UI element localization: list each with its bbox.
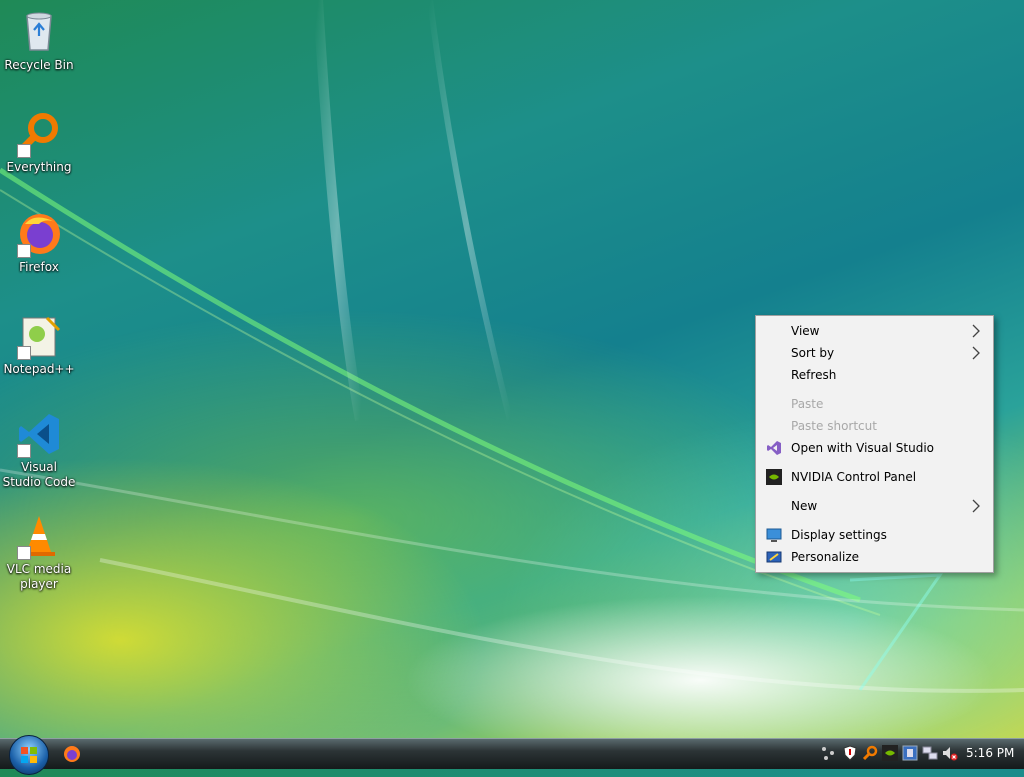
menu-item-view[interactable]: View <box>758 320 991 342</box>
desktop-icon-label: Recycle Bin <box>4 58 74 72</box>
shortcut-arrow-icon <box>17 346 31 360</box>
menu-item-paste[interactable]: Paste <box>758 393 991 415</box>
windows-logo-icon <box>21 747 37 763</box>
desktop-icon-firefox[interactable]: Firefox <box>2 210 76 275</box>
menu-item-label: View <box>791 324 820 338</box>
chevron-right-icon <box>972 346 980 360</box>
menu-item-label: Paste shortcut <box>791 419 877 433</box>
firefox-icon <box>15 210 63 258</box>
desktop-context-menu: View Sort by Refresh Paste Paste shortcu… <box>755 315 994 573</box>
shortcut-arrow-icon <box>17 444 31 458</box>
chevron-right-icon <box>972 499 980 513</box>
desktop-icon-notepad-plus-plus[interactable]: Notepad++ <box>2 312 76 377</box>
desktop-icon-vscode[interactable]: Visual Studio Code <box>2 410 76 490</box>
menu-item-label: Personalize <box>791 550 860 564</box>
taskbar: 5:16 PM <box>0 735 1024 775</box>
network-icon[interactable] <box>922 745 938 761</box>
menu-item-refresh[interactable]: Refresh <box>758 364 991 386</box>
menu-item-new[interactable]: New <box>758 495 991 517</box>
menu-item-paste-shortcut[interactable]: Paste shortcut <box>758 415 991 437</box>
volume-muted-icon[interactable] <box>942 745 958 761</box>
nvidia-icon[interactable] <box>882 745 898 761</box>
menu-item-open-with-visual-studio[interactable]: Open with Visual Studio <box>758 437 991 459</box>
menu-item-personalize[interactable]: Personalize <box>758 546 991 568</box>
visual-studio-icon <box>767 441 781 455</box>
menu-item-label: Display settings <box>791 528 887 542</box>
desktop-icon-recycle-bin[interactable]: Recycle Bin <box>2 8 76 73</box>
desktop-icon-label: VLC media player <box>6 562 72 591</box>
start-button[interactable] <box>9 735 49 775</box>
menu-item-display-settings[interactable]: Display settings <box>758 524 991 546</box>
network-activity-icon[interactable] <box>820 745 836 761</box>
taskbar-firefox-button[interactable] <box>62 744 82 764</box>
security-shield-icon[interactable] <box>842 745 858 761</box>
chevron-right-icon <box>972 324 980 338</box>
desktop-icon-label: Notepad++ <box>3 362 75 376</box>
menu-item-label: Sort by <box>791 346 835 360</box>
menu-item-label: Open with Visual Studio <box>791 441 934 455</box>
taskbar-clock[interactable]: 5:16 PM <box>966 746 1014 760</box>
menu-item-label: Paste <box>791 397 824 411</box>
shortcut-arrow-icon <box>17 144 31 158</box>
personalize-icon <box>766 551 782 563</box>
desktop-icon-label: Visual Studio Code <box>2 460 76 489</box>
display-icon <box>766 528 782 542</box>
desktop-icon-label: Firefox <box>19 260 59 274</box>
desktop-icon-everything[interactable]: Everything <box>2 110 76 175</box>
recycle-bin-icon <box>15 8 63 56</box>
menu-item-label: New <box>791 499 818 513</box>
everything-search-icon <box>15 110 63 158</box>
menu-item-label: Refresh <box>791 368 837 382</box>
vlc-icon <box>15 512 63 560</box>
notepad-plus-plus-icon <box>15 312 63 360</box>
menu-item-label: NVIDIA Control Panel <box>791 470 917 484</box>
vscode-icon <box>15 410 63 458</box>
firefox-icon <box>64 746 80 762</box>
desktop-icon-label: Everything <box>6 160 72 174</box>
desktop-icon-vlc[interactable]: VLC media player <box>2 512 76 592</box>
menu-item-sort-by[interactable]: Sort by <box>758 342 991 364</box>
shortcut-arrow-icon <box>17 244 31 258</box>
system-app-icon[interactable] <box>902 745 918 761</box>
everything-search-icon[interactable] <box>862 745 878 761</box>
nvidia-icon <box>766 469 782 485</box>
menu-item-nvidia-control-panel[interactable]: NVIDIA Control Panel <box>758 466 991 488</box>
shortcut-arrow-icon <box>17 546 31 560</box>
